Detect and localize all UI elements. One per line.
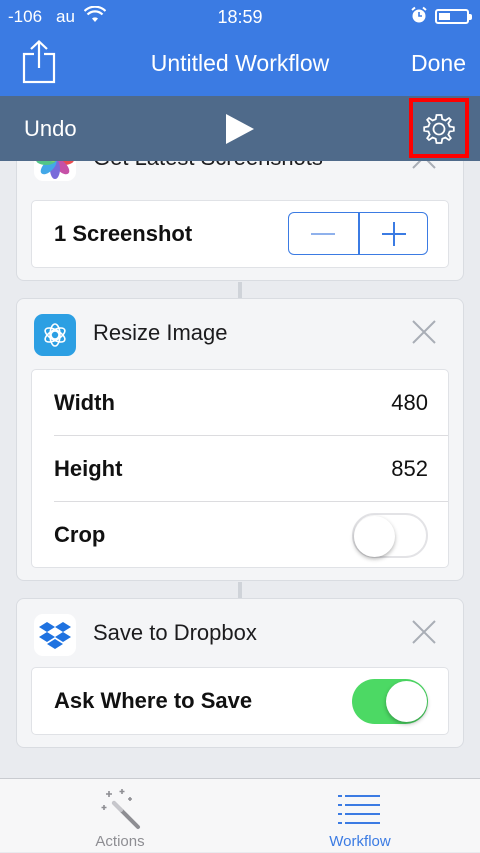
alarm-icon bbox=[410, 6, 428, 29]
screenshot-count-row: 1 Screenshot bbox=[32, 201, 448, 267]
action-card-header: Resize Image bbox=[17, 299, 463, 367]
action-card-get-latest-screenshots[interactable]: Get Latest Screenshots 1 Screenshot bbox=[16, 161, 464, 281]
status-time: 18:59 bbox=[217, 7, 263, 27]
dropbox-icon bbox=[34, 614, 76, 656]
ask-where-to-save-toggle[interactable] bbox=[352, 679, 428, 724]
undo-button[interactable]: Undo bbox=[24, 116, 77, 142]
share-icon bbox=[22, 39, 56, 84]
quantity-stepper[interactable] bbox=[288, 212, 428, 255]
remove-action-button[interactable] bbox=[411, 161, 437, 175]
close-icon bbox=[412, 320, 436, 344]
action-parameters: 1 Screenshot bbox=[31, 200, 449, 268]
battery-icon bbox=[435, 9, 472, 24]
action-card-header: Get Latest Screenshots bbox=[17, 161, 463, 192]
list-icon bbox=[338, 795, 380, 824]
action-title: Save to Dropbox bbox=[93, 620, 257, 645]
row-label: Width bbox=[54, 390, 115, 415]
tab-bar: Actions Workflow bbox=[0, 778, 480, 852]
width-row[interactable]: Width 480 bbox=[32, 370, 448, 436]
toggle-knob bbox=[354, 516, 395, 557]
row-label: Crop bbox=[54, 522, 106, 547]
crop-toggle[interactable] bbox=[352, 513, 428, 558]
height-value[interactable]: 852 bbox=[391, 456, 428, 482]
action-card-save-to-dropbox[interactable]: Save to Dropbox Ask Where to Save bbox=[16, 598, 464, 748]
row-label: Height bbox=[54, 456, 123, 481]
status-bar: -106 au 18:59 bbox=[0, 0, 480, 36]
stepper-minus-button[interactable] bbox=[311, 233, 335, 235]
height-row[interactable]: Height 852 bbox=[32, 436, 448, 502]
settings-highlight-box bbox=[409, 98, 469, 158]
tab-actions[interactable]: Actions bbox=[0, 779, 240, 853]
row-label: Ask Where to Save bbox=[54, 688, 253, 713]
tab-label: Actions bbox=[95, 833, 145, 850]
action-connector bbox=[238, 582, 242, 598]
share-button[interactable] bbox=[22, 39, 56, 84]
run-button[interactable] bbox=[224, 112, 256, 151]
workflow-canvas: Get Latest Screenshots 1 Screenshot bbox=[0, 161, 480, 778]
resize-image-icon bbox=[34, 314, 76, 356]
action-connector bbox=[238, 282, 242, 298]
row-label: 1 Screenshot bbox=[54, 221, 193, 246]
action-title: Resize Image bbox=[93, 320, 228, 345]
magic-wand-icon bbox=[101, 789, 140, 829]
close-icon bbox=[412, 161, 436, 169]
action-card-header: Save to Dropbox bbox=[17, 599, 463, 667]
play-icon bbox=[226, 114, 254, 144]
editor-toolbar: Undo bbox=[0, 96, 480, 161]
crop-row: Crop bbox=[32, 502, 448, 568]
action-title: Get Latest Screenshots bbox=[93, 161, 323, 171]
stepper-divider bbox=[358, 213, 360, 254]
workflow-title[interactable]: Untitled Workflow bbox=[100, 50, 380, 77]
width-value[interactable]: 480 bbox=[391, 390, 428, 416]
ask-where-to-save-row: Ask Where to Save bbox=[32, 668, 448, 734]
tab-workflow[interactable]: Workflow bbox=[240, 779, 480, 853]
remove-action-button[interactable] bbox=[411, 619, 437, 650]
top-bar: -106 au 18:59 Untitled Workflow Done bbox=[0, 0, 480, 96]
done-button[interactable]: Done bbox=[411, 50, 466, 77]
close-icon bbox=[412, 620, 436, 644]
plus-icon bbox=[393, 222, 395, 246]
action-parameters: Ask Where to Save bbox=[31, 667, 449, 735]
photos-icon bbox=[34, 161, 76, 181]
action-card-resize-image[interactable]: Resize Image Width 480 Height 852 Crop bbox=[16, 298, 464, 581]
tab-label: Workflow bbox=[329, 833, 391, 850]
remove-action-button[interactable] bbox=[411, 319, 437, 350]
action-parameters: Width 480 Height 852 Crop bbox=[31, 369, 449, 568]
toggle-knob bbox=[386, 681, 427, 722]
